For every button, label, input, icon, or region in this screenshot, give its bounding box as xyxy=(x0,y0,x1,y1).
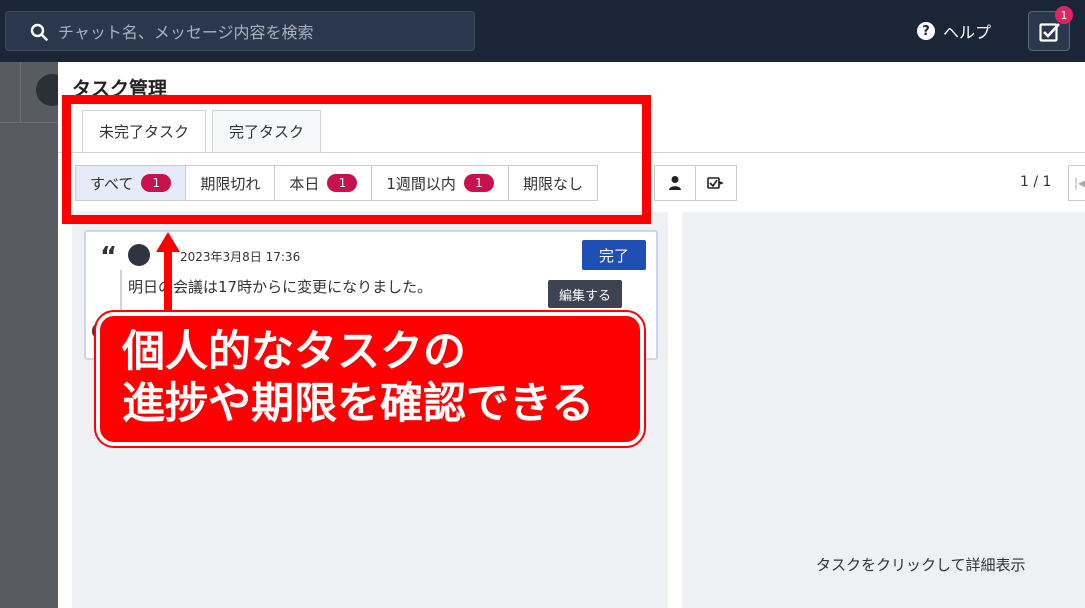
first-page-button[interactable]: |◀ xyxy=(1068,165,1085,201)
help-label: ヘルプ xyxy=(943,23,992,42)
filter-within-week[interactable]: 1週間以内 1 xyxy=(371,165,509,201)
avatar xyxy=(128,244,150,266)
person-icon xyxy=(669,176,681,190)
tab-divider xyxy=(58,152,1085,153)
filter-label: 期限切れ xyxy=(200,174,261,193)
detail-hint: タスクをクリックして詳細表示 xyxy=(816,556,1026,574)
search-box[interactable] xyxy=(5,11,475,51)
modal-title: タスク管理 xyxy=(72,78,168,100)
quote-icon: “ xyxy=(100,242,118,272)
task-detail-panel xyxy=(682,212,1085,608)
filter-label: 期限なし xyxy=(522,174,583,193)
complete-button[interactable]: 完了 xyxy=(582,240,646,270)
edit-button[interactable]: 編集する xyxy=(548,280,622,308)
assigned-tasks-button[interactable] xyxy=(695,165,737,201)
annotation-line-1: 個人的なタスクの xyxy=(122,327,466,377)
send-task-icon xyxy=(707,177,724,189)
task-date: 2023年3月8日 17:36 xyxy=(180,250,301,264)
help-link[interactable]: ? ヘルプ xyxy=(917,18,991,44)
filter-label: 1週間以内 xyxy=(386,174,456,193)
divider xyxy=(0,122,58,123)
task-check-icon xyxy=(1039,23,1060,42)
filter-group: すべて 1 期限切れ 本日 1 1週間以内 1 期限なし xyxy=(75,165,598,201)
filter-no-deadline[interactable]: 期限なし xyxy=(507,165,598,201)
annotation-text: 個人的なタスクの 進捗や期限を確認できる xyxy=(122,326,594,430)
task-button[interactable]: 1 xyxy=(1028,6,1073,51)
filter-label: 本日 xyxy=(289,174,320,193)
quote-bar xyxy=(120,270,122,312)
annotation-callout: 個人的なタスクの 進捗や期限を確認できる xyxy=(94,310,646,448)
panel-gap xyxy=(668,212,682,608)
my-tasks-button[interactable] xyxy=(654,165,696,201)
help-icon: ? xyxy=(917,22,935,40)
filter-label: すべて xyxy=(90,174,134,193)
task-count-badge: 1 xyxy=(1055,6,1073,24)
divider xyxy=(20,62,21,122)
pager-text: 1 / 1 xyxy=(1020,174,1052,190)
tab-complete[interactable]: 完了タスク xyxy=(212,110,322,152)
task-tabs: 未完了タスク 完了タスク xyxy=(82,110,327,152)
filter-overdue[interactable]: 期限切れ xyxy=(185,165,276,201)
arrow-up-icon xyxy=(156,232,180,312)
filter-all[interactable]: すべて 1 xyxy=(75,165,187,201)
filter-today[interactable]: 本日 1 xyxy=(274,165,373,201)
count-badge: 1 xyxy=(463,174,494,192)
first-page-icon: |◀ xyxy=(1074,176,1085,190)
background-sidebar xyxy=(0,62,68,608)
tab-incomplete[interactable]: 未完了タスク xyxy=(82,110,207,152)
count-badge: 1 xyxy=(327,174,358,192)
search-input[interactable] xyxy=(58,20,458,44)
annotation-line-2: 進捗や期限を確認できる xyxy=(122,379,595,429)
top-bar: ? ヘルプ 1 xyxy=(0,0,1085,62)
count-badge: 1 xyxy=(141,174,172,192)
search-icon xyxy=(30,23,48,41)
